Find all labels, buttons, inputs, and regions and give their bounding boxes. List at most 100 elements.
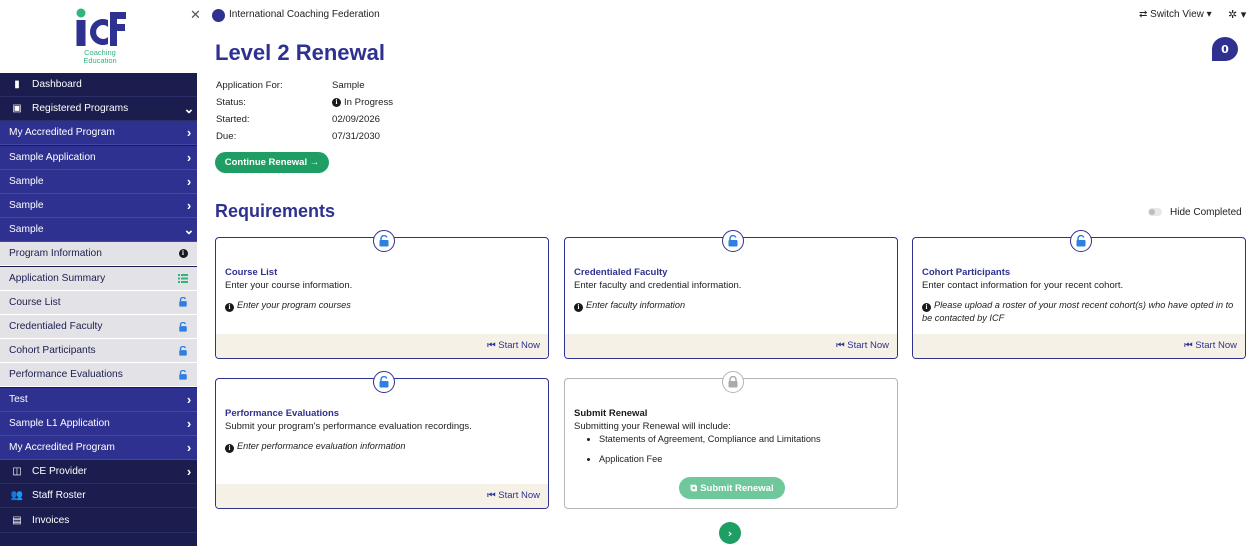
checklist-icon [175,273,191,283]
people-icon: 👥 [10,490,24,502]
sidebar-item-dashboard[interactable]: ▮ Dashboard [0,73,197,97]
settings-gear-icon[interactable]: ✲ ▾ [1228,8,1246,21]
status-text: In Progress [344,97,394,108]
start-now-button[interactable]: ⏮ Start Now [1184,340,1237,351]
sidebar-item-label: My Accredited Program [9,127,115,139]
lock-icon [722,371,744,393]
chevron-right-icon: › [186,464,192,480]
unlock-icon [722,230,744,252]
chevron-down-icon: ⌄ [183,221,195,237]
requirement-card-cohort-participants: Cohort Participants Enter contact inform… [912,230,1246,359]
card-note: i Enter performance evaluation informatio… [225,440,538,453]
requirement-card-credentialed-faculty: Credentialed Faculty Enter faculty and c… [564,230,898,359]
card-note: i Enter your program courses [225,299,538,312]
icf-logo-icon [76,8,126,46]
card-title: Cohort Participants [922,267,1011,278]
sidebar-item-label: Performance Evaluations [9,369,123,381]
logo[interactable]: Coaching Education [0,0,197,73]
sidebar-item-staff-roster[interactable]: 👥 Staff Roster [0,484,197,509]
switch-view-dropdown[interactable]: ⇄ Switch View ▾ [1139,9,1212,20]
card-note-text: Enter performance evaluation information [237,441,406,451]
info-icon: i [332,98,341,107]
chevron-right-icon: › [186,415,192,431]
sidebar-item-my-accredited-program[interactable]: My Accredited Program › [0,121,197,146]
sidebar-item-sample[interactable]: Sample › [0,169,197,194]
submit-renewal-button[interactable]: ⧉ Submit Renewal [679,477,785,499]
submit-renewal-card: Submit Renewal Submitting your Renewal w… [564,371,898,509]
sidebar: Coaching Education ▮ Dashboard ▣ Registered… [0,0,197,546]
card-note: i Enter faculty information [574,299,887,312]
continue-renewal-button[interactable]: Continue Renewal → [215,152,329,173]
start-icon: ⏮ [836,340,848,351]
start-now-button[interactable]: ⏮ Start Now [487,490,540,501]
sidebar-item-label: Sample [9,175,44,187]
status-value: i In Progress [332,97,393,108]
id-card-icon: ▣ [12,103,22,115]
card-footer: ⏮ Start Now [913,334,1245,358]
info-icon: i [922,303,931,312]
started-value: 02/09/2026 [332,114,381,125]
sidebar-item-label: Dashboard [32,79,82,90]
sidebar-item-my-accredited-program[interactable]: My Accredited Program › [0,436,197,460]
card-note-text: Enter your program courses [237,300,351,310]
sidebar-item-sample-l1-application[interactable]: Sample L1 Application › [0,411,197,436]
application-for-value: Sample [332,80,365,91]
card-description: Enter contact information for your recen… [922,280,1124,291]
document-icon: ▤ [12,514,22,526]
sidebar-item-cohort-participants[interactable]: Cohort Participants [0,339,197,364]
logo-subtitle: Coaching Education [70,49,130,65]
next-arrow-button[interactable]: › [719,522,741,544]
card-title: Credentialed Faculty [574,267,668,278]
card-note-text: Please upload a roster of your most rece… [922,300,1234,323]
start-now-button[interactable]: ⏮ Start Now [487,340,540,351]
submit-includes-list: Statements of Agreement, Compliance and … [599,434,821,474]
submit-renewal-label: Submit Renewal [700,482,774,494]
card-description: Enter faculty and credential information… [574,280,742,291]
start-now-label: Start Now [847,340,889,351]
sidebar-item-credentialed-faculty[interactable]: Credentialed Faculty [0,315,197,339]
sidebar-item-label: Staff Roster [32,490,86,502]
requirements-heading: Requirements [215,201,336,221]
status-label: Status: [216,97,246,108]
logo-subtitle-line: Education [83,56,117,65]
sidebar-item-label: Sample Application [9,151,96,163]
sidebar-item-sample[interactable]: Sample › [0,194,197,218]
sidebar-item-course-list[interactable]: Course List [0,290,197,315]
sidebar-item-performance-evaluations[interactable]: Performance Evaluations [0,363,197,388]
sidebar-item-label: Sample [9,200,44,211]
sidebar-item-label: Program Information [9,248,102,260]
sidebar-item-ce-provider[interactable]: ◫ CE Provider › [0,460,197,485]
sidebar-item-test[interactable]: Test › [0,387,197,412]
chevron-down-icon: ⌄ [183,100,195,116]
sidebar-item-label: CE Provider [32,466,87,478]
chevron-right-icon: › [186,440,192,455]
card-title: Performance Evaluations [225,408,340,419]
sidebar-item-application-summary[interactable]: Application Summary [0,266,197,291]
unlock-icon [1070,230,1092,252]
close-sidebar-icon[interactable]: ✕ [190,9,201,22]
sidebar-item-sample-application[interactable]: Sample Application › [0,145,197,170]
sidebar-item-label: Registered Programs [32,103,129,115]
sidebar-item-registered-programs[interactable]: ▣ Registered Programs ⌄ [0,97,197,122]
due-value: 07/31/2030 [332,131,381,142]
start-now-label: Start Now [498,490,540,501]
card-description: Enter your course information. [225,280,353,291]
sidebar-item-invoices[interactable]: ▤ Invoices [0,508,197,533]
sidebar-item-sample[interactable]: Sample ⌄ [0,218,197,243]
hide-completed-toggle[interactable] [1148,208,1162,216]
sidebar-item-program-information[interactable]: Program Information i [0,242,197,267]
unlock-icon [175,369,191,380]
notification-badge[interactable]: 0 [1212,37,1238,61]
unlock-icon [175,297,191,307]
list-item: Application Fee [599,454,821,464]
sidebar-item-label: Sample [9,224,44,236]
start-now-button[interactable]: ⏮ Start Now [836,340,889,351]
unlock-icon [175,321,191,332]
ce-icon: ◫ [12,466,22,478]
hide-completed-label: Hide Completed [1170,207,1242,218]
sidebar-item-label: Invoices [32,514,70,526]
org-avatar [212,9,225,22]
building-icon: ▮ [14,79,20,90]
start-now-label: Start Now [1195,340,1237,351]
sidebar-item-label: Application Summary [9,272,106,284]
